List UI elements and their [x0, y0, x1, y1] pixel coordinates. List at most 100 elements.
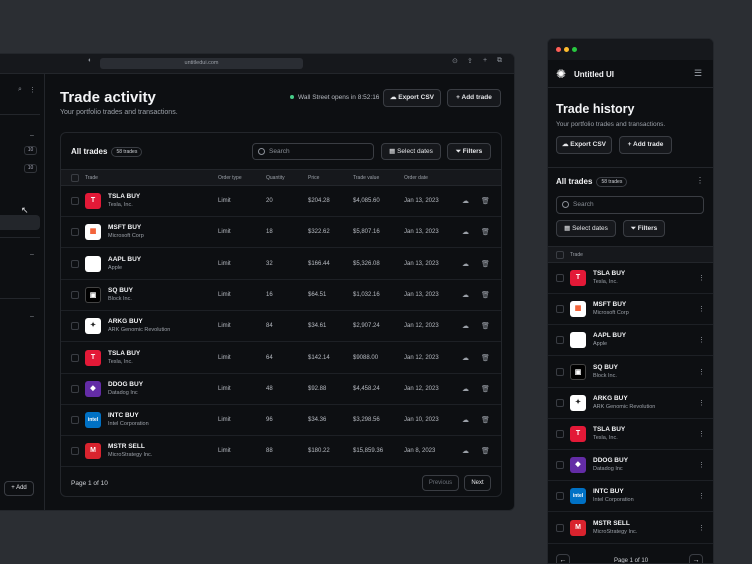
- row-checkbox[interactable]: [556, 492, 564, 501]
- more-icon[interactable]: ⋮: [698, 492, 705, 500]
- row-checkbox[interactable]: [71, 197, 79, 205]
- download-icon[interactable]: ☁: [461, 354, 470, 363]
- sidebar-item-active[interactable]: [0, 215, 40, 230]
- row-checkbox[interactable]: [556, 305, 564, 314]
- download-icon[interactable]: ☁: [461, 228, 470, 237]
- delete-icon[interactable]: 🗑: [481, 447, 490, 456]
- export-csv-button[interactable]: ☁ Export CSV: [556, 136, 612, 154]
- delete-icon[interactable]: 🗑: [481, 260, 490, 269]
- row-checkbox[interactable]: [556, 398, 564, 407]
- list-item[interactable]: ▣ SQ BUY Block Inc. ⋮: [548, 357, 713, 388]
- more-icon[interactable]: ⋮: [698, 274, 705, 282]
- list-item[interactable]: T TSLA BUY Tesla, Inc. ⋮: [548, 263, 713, 294]
- row-checkbox[interactable]: [556, 523, 564, 532]
- list-item[interactable]: M MSTR SELL MicroStrategy Inc. ⋮: [548, 513, 713, 544]
- list-item[interactable]: intel INTC BUY Intel Corporation ⋮: [548, 481, 713, 513]
- row-checkbox[interactable]: [556, 336, 564, 345]
- table-row[interactable]: AAPL BUY Apple Limit 32 $166.44 $5,326.0…: [61, 249, 501, 280]
- row-checkbox[interactable]: [71, 447, 79, 456]
- row-checkbox[interactable]: [556, 461, 564, 470]
- row-checkbox[interactable]: [71, 384, 79, 393]
- delete-icon[interactable]: 🗑: [481, 416, 490, 425]
- list-item[interactable]: ▦ MSFT BUY Microsoft Corp ⋮: [548, 294, 713, 326]
- header-order-date[interactable]: Order date: [404, 175, 428, 181]
- more-icon[interactable]: ⋮: [698, 368, 705, 376]
- download-icon[interactable]: ☁: [461, 385, 470, 394]
- list-item[interactable]: T TSLA BUY Tesla, Inc. ⋮: [548, 419, 713, 450]
- add-trade-button[interactable]: + Add trade: [619, 136, 672, 154]
- more-icon[interactable]: ⋮: [698, 399, 705, 407]
- collapse-icon[interactable]: –: [30, 132, 34, 139]
- delete-icon[interactable]: 🗑: [481, 197, 490, 206]
- row-checkbox[interactable]: [556, 430, 564, 438]
- header-trade[interactable]: Trade: [570, 252, 583, 258]
- address-bar[interactable]: untitledui.com: [100, 58, 303, 69]
- delete-icon[interactable]: 🗑: [481, 385, 490, 394]
- download-icon[interactable]: ☁: [461, 197, 470, 206]
- share-icon[interactable]: ⇪: [467, 57, 473, 65]
- previous-arrow-icon[interactable]: ←: [556, 554, 570, 563]
- more-icon[interactable]: ⋮: [29, 86, 36, 94]
- table-row[interactable]: ◆ DDOG BUY Datadog Inc Limit 48 $92.88 $…: [61, 374, 501, 405]
- delete-icon[interactable]: 🗑: [481, 228, 490, 237]
- row-checkbox[interactable]: [71, 322, 79, 331]
- header-quantity[interactable]: Quantity: [266, 175, 285, 181]
- row-checkbox[interactable]: [556, 274, 564, 282]
- table-row[interactable]: M MSTR SELL MicroStrategy Inc. Limit 88 …: [61, 436, 501, 468]
- table-row[interactable]: T TSLA BUY Tesla, Inc. Limit 64 $142.14 …: [61, 343, 501, 374]
- table-row[interactable]: intel INTC BUY Intel Corporation Limit 9…: [61, 405, 501, 437]
- row-checkbox[interactable]: [71, 353, 79, 362]
- select-all-checkbox[interactable]: [556, 251, 564, 259]
- header-price[interactable]: Price: [308, 175, 319, 181]
- next-arrow-icon[interactable]: →: [689, 554, 703, 563]
- download-icon[interactable]: ☁: [461, 322, 470, 331]
- download-icon[interactable]: ☁: [461, 447, 470, 456]
- header-trade[interactable]: Trade: [85, 175, 98, 181]
- collapse-icon[interactable]: –: [30, 251, 34, 258]
- download-icon[interactable]: ☁: [461, 260, 470, 269]
- delete-icon[interactable]: 🗑: [481, 291, 490, 300]
- add-trade-button[interactable]: + Add trade: [447, 89, 501, 107]
- more-icon[interactable]: ⋮: [698, 524, 705, 532]
- search-input[interactable]: Search: [556, 196, 704, 214]
- more-icon[interactable]: ⋮: [696, 176, 704, 185]
- list-item[interactable]: AAPL BUY Apple ⋮: [548, 325, 713, 357]
- shield-icon[interactable]: ◐: [88, 57, 92, 64]
- add-button[interactable]: + Add: [4, 481, 34, 496]
- list-item[interactable]: ◆ DDOG BUY Datadog Inc ⋮: [548, 450, 713, 482]
- previous-button[interactable]: Previous: [422, 475, 459, 491]
- table-row[interactable]: ▣ SQ BUY Block Inc. Limit 16 $64.51 $1,0…: [61, 280, 501, 311]
- collapse-icon[interactable]: –: [30, 313, 34, 320]
- table-row[interactable]: ▦ MSFT BUY Microsoft Corp Limit 18 $322.…: [61, 217, 501, 249]
- more-icon[interactable]: ⋮: [698, 305, 705, 313]
- download-icon[interactable]: ☁: [461, 416, 470, 425]
- table-row[interactable]: T TSLA BUY Tesla, Inc. Limit 20 $204.28 …: [61, 186, 501, 217]
- row-checkbox[interactable]: [556, 367, 564, 376]
- delete-icon[interactable]: 🗑: [481, 354, 490, 363]
- more-icon[interactable]: ⋮: [698, 336, 705, 344]
- select-dates-button[interactable]: ▦ Select dates: [381, 143, 441, 160]
- header-order-type[interactable]: Order type: [218, 175, 242, 181]
- search-input[interactable]: Search: [252, 143, 374, 160]
- table-row[interactable]: ✦ ARKG BUY ARK Genomic Revolution Limit …: [61, 311, 501, 343]
- select-dates-button[interactable]: ▦ Select dates: [556, 220, 616, 237]
- select-all-checkbox[interactable]: [71, 174, 79, 182]
- export-csv-button[interactable]: ☁ Export CSV: [383, 89, 441, 107]
- more-icon[interactable]: ⋮: [698, 430, 705, 438]
- more-icon[interactable]: ⋮: [698, 461, 705, 469]
- download-icon[interactable]: ⊙: [452, 57, 458, 65]
- header-trade-value[interactable]: Trade value: [353, 175, 379, 181]
- row-checkbox[interactable]: [71, 228, 79, 237]
- row-checkbox[interactable]: [71, 290, 79, 299]
- tabs-icon[interactable]: ⧉: [497, 57, 502, 65]
- list-item[interactable]: ✦ ARKG BUY ARK Genomic Revolution ⋮: [548, 388, 713, 419]
- delete-icon[interactable]: 🗑: [481, 322, 490, 331]
- new-tab-icon[interactable]: +: [483, 57, 487, 64]
- next-button[interactable]: Next: [464, 475, 491, 491]
- row-checkbox[interactable]: [71, 259, 79, 268]
- row-checkbox[interactable]: [71, 416, 79, 425]
- filters-button[interactable]: ⏷ Filters: [623, 220, 665, 237]
- download-icon[interactable]: ☁: [461, 291, 470, 300]
- menu-icon[interactable]: ☰: [694, 68, 702, 79]
- filters-button[interactable]: ⏷ Filters: [447, 143, 491, 160]
